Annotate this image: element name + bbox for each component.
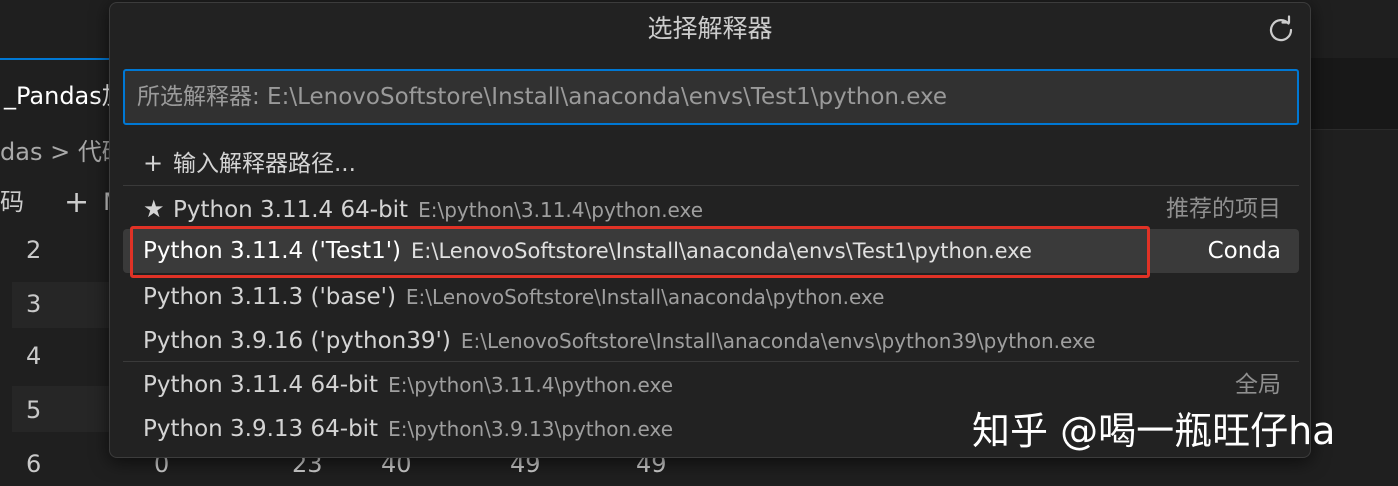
separator (123, 361, 1299, 362)
interpreter-path: E:\python\3.9.13\python.exe (388, 417, 674, 441)
group-label-conda: Conda (1207, 238, 1281, 264)
breadcrumb[interactable]: das > 代码 (0, 132, 126, 172)
interpreter-path: E:\LenovoSoftstore\Install\anaconda\pyth… (405, 285, 885, 309)
interpreter-path: E:\python\3.11.4\python.exe (388, 373, 674, 397)
interpreter-label: Python 3.11.3 ('base') (143, 284, 396, 310)
line-number: 2 (26, 236, 42, 264)
interpreter-label: Python 3.11.4 64-bit (173, 197, 409, 223)
interpreter-item-selected[interactable]: Python 3.11.4 ('Test1') E:\LenovoSoftstor… (123, 229, 1299, 273)
line-number: 4 (26, 342, 42, 370)
quick-pick-title: 选择解释器 (647, 14, 773, 43)
interpreter-label: Python 3.11.4 ('Test1') (143, 238, 402, 264)
editor-tab-active[interactable]: _Pandas加 (0, 58, 120, 130)
add-icon: + (143, 149, 164, 177)
toolbar-code-label[interactable]: 码 (0, 188, 24, 216)
star-icon: ★ (143, 195, 165, 223)
watermark: 知乎 @喝一瓶旺仔ha (972, 409, 1336, 453)
separator (123, 185, 1299, 186)
notebook-toolbar: 码+M (0, 180, 124, 224)
add-icon[interactable]: + (64, 185, 89, 220)
interpreter-path: E:\LenovoSoftstore\Install\anaconda\envs… (460, 329, 1096, 353)
vscode-window: _Pandas加 das > 代码 码+M 2 3 4 5 6 0 23 40 … (0, 0, 1398, 486)
line-number: 3 (26, 290, 42, 318)
interpreter-label: Python 3.9.16 ('python39') (143, 328, 451, 354)
line-number: 5 (26, 396, 42, 424)
interpreter-quick-pick: 选择解释器 +输入解释器路径... ★Python 3.11.4 64-bitE… (109, 2, 1311, 458)
interpreter-path: E:\python\3.11.4\python.exe (418, 198, 704, 222)
interpreter-search-input[interactable] (123, 69, 1299, 125)
interpreter-label: Python 3.11.4 64-bit (143, 372, 379, 398)
enter-path-label: 输入解释器路径... (173, 151, 356, 177)
refresh-icon[interactable] (1266, 15, 1296, 45)
interpreter-item[interactable]: Python 3.9.16 ('python39') E:\LenovoSofts… (123, 319, 1299, 363)
interpreter-item[interactable]: ★ Python 3.11.4 64-bit E:\python\3.11.4\py… (123, 187, 1299, 231)
interpreter-path: E:\LenovoSoftstore\Install\anaconda\envs… (411, 239, 1032, 263)
interpreter-label: Python 3.9.13 64-bit (143, 416, 379, 442)
interpreter-item[interactable]: Python 3.11.3 ('base') E:\LenovoSoftstore… (123, 275, 1299, 319)
group-label-recommended: 推荐的项目 (1166, 196, 1281, 222)
enter-interpreter-path-item[interactable]: + 输入解释器路径... (123, 141, 1299, 185)
